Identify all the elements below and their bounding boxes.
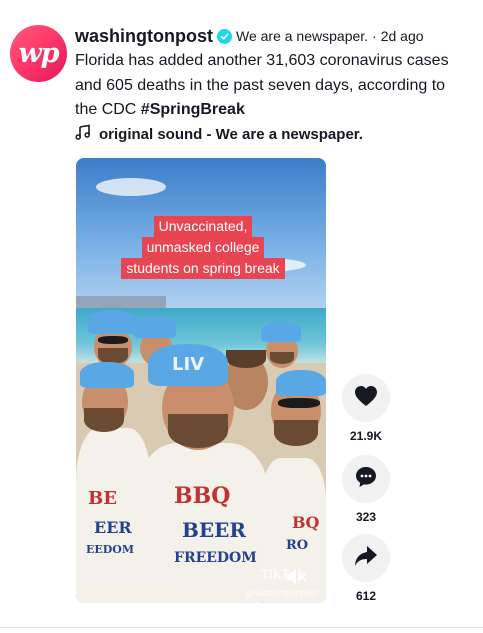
shirt-text-bottom: FREEDOM: [174, 550, 257, 566]
music-note-icon: [75, 124, 91, 145]
share-action: 612: [341, 534, 391, 603]
share-button[interactable]: [342, 534, 390, 582]
comment-count: 323: [355, 510, 377, 524]
separator-dot: ·: [372, 28, 377, 44]
overlay-line: students on spring break: [121, 258, 285, 279]
like-button[interactable]: [342, 374, 390, 422]
comment-bubble-icon: [354, 465, 378, 494]
verified-check-icon: [217, 28, 232, 44]
caption-text: Florida has added another 31,603 coronav…: [75, 52, 449, 118]
avatar-logo-text: wp: [18, 38, 59, 69]
comment-button[interactable]: [342, 455, 390, 503]
sound-link[interactable]: original sound - We are a newspaper.: [75, 124, 363, 144]
shirt-text-top: BBQ: [174, 483, 231, 509]
heart-icon: [354, 385, 378, 412]
post-divider: [0, 627, 483, 628]
comment-action: 323: [341, 455, 391, 524]
like-action: 21.9K: [341, 374, 391, 443]
overlay-line: Unvaccinated,: [153, 216, 253, 237]
hashtag-link[interactable]: #SpringBreak: [141, 101, 245, 118]
video-player[interactable]: BE EER EEDOM BQ RO LIV BBQ BEER FREEDOM …: [76, 158, 326, 603]
sound-label: original sound - We are a newspaper.: [99, 125, 363, 143]
cloud: [96, 178, 166, 196]
shirt-text-mid: BEER: [182, 518, 247, 542]
video-overlay-caption: Unvaccinated, unmasked college students …: [113, 216, 293, 279]
cap-logo: LIV: [172, 354, 205, 375]
author-nickname[interactable]: We are a newspaper.: [236, 28, 368, 44]
post-caption: Florida has added another 31,603 coronav…: [75, 49, 465, 123]
share-count: 612: [355, 589, 377, 603]
author-line: washingtonpost We are a newspaper. · 2d …: [75, 25, 473, 47]
overlay-line: unmasked college: [141, 237, 265, 258]
post-time: 2d ago: [380, 28, 424, 44]
share-arrow-icon: [354, 545, 378, 572]
muted-speaker-icon[interactable]: [281, 562, 311, 592]
avatar[interactable]: wp: [10, 25, 67, 82]
like-count: 21.9K: [349, 429, 383, 443]
post-header: washingtonpost We are a newspaper. · 2d …: [75, 25, 473, 47]
author-username[interactable]: washingtonpost: [75, 26, 213, 47]
